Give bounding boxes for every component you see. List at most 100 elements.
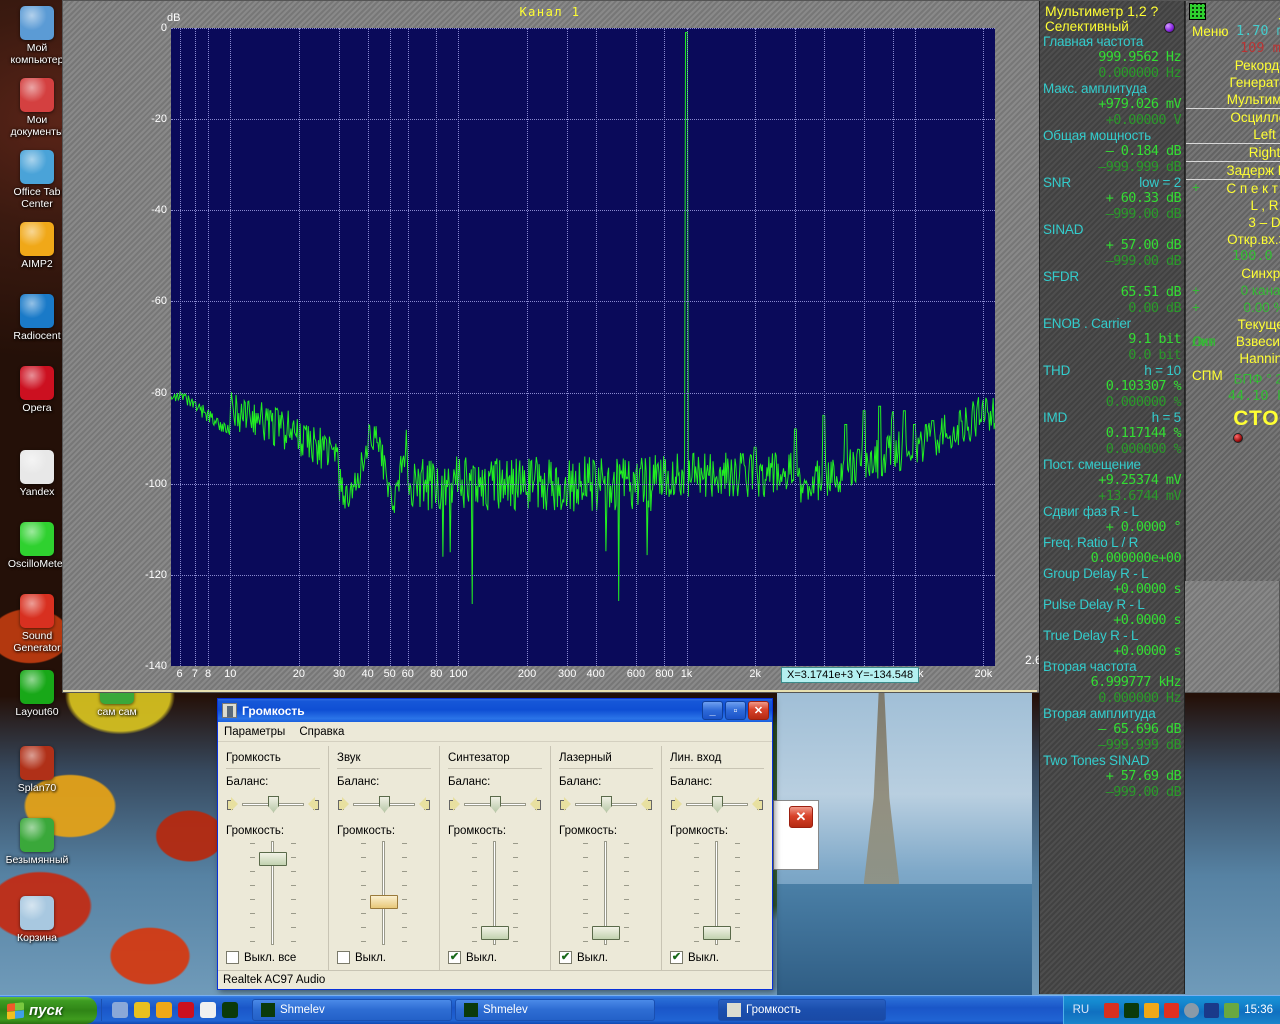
sync-channel-row[interactable]: + 0 канал [1186,282,1280,299]
volume-mixer-columns[interactable]: Громкость Баланс: Громкость: Выкл. все Звук Б… [218,742,772,970]
quicklaunch-show-desktop-icon[interactable] [112,1002,128,1018]
menu-help[interactable]: Справка [299,726,344,738]
balance-track[interactable] [353,803,415,806]
balance-thumb[interactable] [268,796,279,813]
balance-slider-row[interactable] [670,791,764,817]
volume-slider[interactable] [448,841,542,945]
control-item-oscilloscope[interactable]: Осциллогр [1186,109,1280,126]
control-item-right[interactable]: Right> [1186,144,1280,162]
mute-checkbox[interactable]: ✔ [670,951,683,964]
current-label[interactable]: Текущее [1186,316,1280,333]
mute-checkbox-row[interactable]: ✔ Выкл. [559,951,608,964]
task-shmelev-2[interactable]: Shmelev [455,999,655,1021]
task-volume[interactable]: Громкость [718,999,886,1021]
sync-label[interactable]: Синхро [1186,265,1280,282]
volume-thumb[interactable] [370,895,398,909]
control-item-left[interactable]: Left> [1186,126,1280,144]
balance-thumb[interactable] [379,796,390,813]
weight-row[interactable]: Взвесить > [1186,333,1280,350]
volume-slider[interactable] [670,841,764,945]
close-button[interactable]: ✕ [748,701,769,720]
mute-checkbox[interactable] [226,951,239,964]
desktop-icon-splan70[interactable]: Splan70 [0,746,74,795]
mute-checkbox-row[interactable]: Выкл. все [226,951,296,964]
balance-slider-row[interactable] [337,791,431,817]
control-item-generator[interactable]: Генератор° [1186,74,1280,91]
spectrum-chart-pane[interactable]: Канал 1 dB 0 -20 -40 -60 -80 -100 -120 -140 678… [63,1,1037,692]
stop-button[interactable]: СТОП [1186,407,1280,431]
mute-checkbox[interactable]: ✔ [448,951,461,964]
balance-thumb[interactable] [490,796,501,813]
balance-track[interactable] [575,803,637,806]
tray-sound-generator-icon[interactable] [1104,1003,1119,1018]
menu-parameters[interactable]: Параметры [224,726,285,738]
balance-track[interactable] [464,803,526,806]
mixer-column-line-in[interactable]: Лин. вход Баланс: Громкость: ✔ Выкл. [662,746,772,970]
taskbar[interactable]: пуск Shmelev Shmelev Громкость RU 15:36 [0,995,1280,1024]
volume-slider[interactable] [226,841,320,945]
maximize-button[interactable]: ▫ [725,701,746,720]
mute-checkbox[interactable]: ✔ [559,951,572,964]
window-fn-row[interactable]: Hanning > [1186,350,1280,367]
balance-track[interactable] [686,803,748,806]
quicklaunch-yandex-ql-icon[interactable] [200,1002,216,1018]
volume-slider[interactable] [337,841,431,945]
tray-shield-icon[interactable] [1184,1003,1199,1018]
volume-menubar[interactable]: Параметры Справка [218,722,772,742]
tray-volume-icon[interactable] [1204,1003,1219,1018]
lr-row[interactable]: L , R > [1186,197,1280,214]
mute-checkbox-row[interactable]: ✔ Выкл. [670,951,719,964]
three-d-row[interactable]: 3 – D [1186,214,1280,231]
spectrum-plot-area[interactable] [171,28,995,666]
system-tray[interactable]: RU 15:36 [1063,996,1280,1024]
mixer-column-master[interactable]: Громкость Баланс: Громкость: Выкл. все [218,746,329,970]
quicklaunch-aimp-ql-icon[interactable] [134,1002,150,1018]
multimeter-mode[interactable]: Селективный [1043,19,1181,34]
clock[interactable]: 15:36 [1244,1004,1273,1016]
balance-slider-row[interactable] [559,791,653,817]
fft-row[interactable]: БПФ ° 214 [1186,367,1280,388]
tray-atp-icon[interactable] [1164,1003,1179,1018]
tray-aimp-icon[interactable] [1144,1003,1159,1018]
balance-thumb[interactable] [601,796,612,813]
balance-slider-row[interactable] [226,791,320,817]
desktop-icon-recycle-bin[interactable]: Корзина [0,896,74,945]
volume-thumb[interactable] [592,926,620,940]
control-menu-panel[interactable]: _ ▯ X Меню ? 1.70 ms 109 ms РекордерГене… [1185,1,1280,581]
open-input-row[interactable]: Откр.вх.>0< [1186,231,1280,248]
mixer-column-synth[interactable]: Синтезатор Баланс: Громкость: ✔ Выкл. [440,746,551,970]
balance-track[interactable] [242,803,304,806]
control-item-multimeter[interactable]: Мультиметр [1186,91,1280,109]
desktop-icon-bezymyannyy[interactable]: Безымянный [0,818,74,867]
balance-slider-row[interactable] [448,791,542,817]
quicklaunch-opera-ql-icon[interactable] [178,1002,194,1018]
volume-dialog[interactable]: Громкость _ ▫ ✕ Параметры Справка Громко… [217,698,773,990]
quicklaunch-oscillometer-ql-icon[interactable] [222,1002,238,1018]
language-indicator[interactable]: RU [1073,1004,1090,1016]
minimize-button[interactable]: _ [702,701,723,720]
volume-slider[interactable] [559,841,653,945]
background-close-button[interactable]: ✕ [789,806,813,828]
tray-network-icon[interactable] [1224,1003,1239,1018]
volume-thumb[interactable] [259,852,287,866]
control-menu-items[interactable]: РекордерГенератор°МультиметрОсциллогрLef… [1186,57,1280,162]
volume-thumb[interactable] [703,926,731,940]
mute-checkbox-row[interactable]: Выкл. [337,951,386,964]
mixer-column-laser[interactable]: Лазерный Баланс: Громкость: ✔ Выкл. [551,746,662,970]
volume-thumb[interactable] [481,926,509,940]
mute-checkbox[interactable] [337,951,350,964]
tray-oscillometer-icon[interactable] [1124,1003,1139,1018]
quick-launch-bar[interactable] [101,999,246,1021]
start-button[interactable]: пуск [0,997,97,1024]
sync-level-row[interactable]: + 0.00 % [1186,299,1280,316]
quicklaunch-aimp2-ql-icon[interactable] [156,1002,172,1018]
task-buttons[interactable]: Shmelev Shmelev Громкость [252,999,1063,1021]
volume-window-buttons[interactable]: _ ▫ ✕ [702,701,769,720]
oscillometer-window[interactable]: Канал 1 dB 0 -20 -40 -60 -80 -100 -120 -140 678… [62,0,1280,693]
mixer-column-wave[interactable]: Звук Баланс: Громкость: Выкл. [329,746,440,970]
volume-titlebar[interactable]: Громкость _ ▫ ✕ [218,699,772,722]
task-shmelev-1[interactable]: Shmelev [252,999,452,1021]
balance-thumb[interactable] [712,796,723,813]
mute-checkbox-row[interactable]: ✔ Выкл. [448,951,497,964]
control-item-recorder[interactable]: Рекордер [1186,57,1280,74]
